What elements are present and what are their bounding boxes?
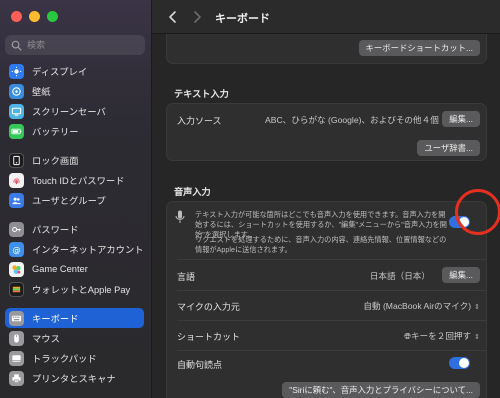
fingerprint-icon — [9, 172, 24, 188]
mic-source-value: 自動 (MacBook Airのマイク) — [363, 301, 472, 311]
display-icon — [9, 63, 24, 79]
shortcut-popup[interactable]: 🌐︎キーを２回押す ⇕ — [404, 330, 480, 342]
toolbar: キーボード — [152, 0, 500, 34]
sidebar-item-label: パスワード — [32, 225, 79, 235]
sidebar-item-screensaver[interactable]: スクリーンセーバ — [5, 101, 144, 121]
language-label: 言語 — [177, 272, 196, 282]
sidebar-item-game-center[interactable]: Game Center — [5, 259, 144, 279]
updown-chevron-icon: ⇕ — [474, 304, 480, 311]
text-input-group: 入力ソース ABC、ひらがな (Google)、およびその他４個 編集... ユ… — [166, 103, 487, 161]
svg-text:@: @ — [12, 244, 20, 254]
forward-button[interactable] — [190, 9, 204, 25]
auto-punctuation-label: 自動句読点 — [177, 360, 223, 370]
sidebar-item-internet-accounts[interactable]: @ インターネットアカウント — [5, 239, 144, 259]
keyboard-shortcuts-group: キーボードショートカット... — [166, 34, 487, 64]
key-icon — [9, 221, 24, 237]
input-sources-label: 入力ソース — [177, 116, 222, 126]
search-field[interactable] — [5, 35, 145, 55]
zoom-window-button[interactable] — [47, 11, 58, 22]
sidebar-item-printers[interactable]: プリンタとスキャナ — [5, 368, 144, 388]
sidebar-item-wallpaper[interactable]: 壁紙 — [5, 81, 144, 101]
sidebar-item-label: スクリーンセーバ — [32, 107, 106, 117]
divider — [177, 259, 486, 260]
mouse-icon — [9, 330, 24, 346]
sidebar-item-label: 壁紙 — [32, 87, 51, 97]
language-value: 日本語（日本） — [369, 271, 430, 281]
wallpaper-icon — [9, 83, 24, 99]
highlight-circle — [455, 189, 500, 235]
page-title: キーボード — [215, 13, 270, 25]
sidebar-item-label: バッテリー — [32, 127, 79, 137]
minimize-window-button[interactable] — [29, 11, 40, 22]
language-edit-button[interactable]: 編集... — [442, 267, 480, 283]
sidebar-item-label: マウス — [32, 334, 60, 344]
microphone-icon — [175, 210, 185, 223]
back-button[interactable] — [166, 9, 180, 25]
sidebar-item-label: インターネットアカウント — [32, 245, 144, 255]
shortcut-label: ショートカット — [177, 332, 241, 342]
sidebar-item-trackpad[interactable]: トラックパッド — [5, 348, 144, 368]
game-center-icon — [9, 261, 24, 277]
sidebar-item-label: Game Center — [32, 264, 88, 274]
updown-chevron-icon: ⇕ — [474, 334, 480, 341]
globe-icon: 🌐︎ — [404, 331, 411, 341]
sidebar-item-battery[interactable]: バッテリー — [5, 121, 144, 141]
sidebar-item-label: トラックパッド — [32, 354, 97, 364]
sidebar-item-label: Touch IDとパスワード — [32, 176, 125, 186]
sidebar-item-lock-screen[interactable]: ロック画面 — [5, 150, 144, 170]
auto-punctuation-toggle[interactable] — [449, 357, 470, 369]
text-input-section-title: テキスト入力 — [174, 89, 229, 99]
user-dictionary-button[interactable]: ユーザ辞書... — [417, 140, 480, 156]
sidebar-item-users[interactable]: ユーザとグループ — [5, 190, 144, 210]
divider — [177, 350, 486, 351]
window-controls — [11, 11, 58, 22]
sidebar-item-keyboard[interactable]: キーボード — [5, 308, 144, 328]
sidebar-item-mouse[interactable]: マウス — [5, 328, 144, 348]
voice-input-section-title: 音声入力 — [174, 187, 211, 197]
sidebar: ディスプレイ 壁紙 スクリーンセーバ バッテリー ロック画面 Touch IDと… — [0, 0, 152, 398]
search-input[interactable] — [27, 40, 137, 50]
lock-screen-icon — [9, 152, 24, 168]
close-window-button[interactable] — [11, 11, 22, 22]
keyboard-icon — [9, 310, 24, 326]
input-sources-value: ABC、ひらがな (Google)、およびその他４個 — [265, 115, 439, 125]
sidebar-item-label: プリンタとスキャナ — [32, 374, 116, 384]
sidebar-item-label: ディスプレイ — [32, 67, 88, 77]
chevron-left-icon — [169, 11, 176, 23]
at-icon: @ — [9, 241, 24, 257]
screensaver-icon — [9, 103, 24, 119]
sidebar-item-label: ロック画面 — [32, 156, 79, 166]
mic-source-row[interactable]: マイクの入力元 自動 (MacBook Airのマイク) ⇕ — [167, 290, 486, 320]
input-sources-edit-button[interactable]: 編集... — [442, 111, 480, 127]
mic-source-popup[interactable]: 自動 (MacBook Airのマイク) ⇕ — [363, 300, 480, 312]
shortcut-row[interactable]: ショートカット 🌐︎キーを２回押す ⇕ — [167, 320, 486, 350]
shortcut-value: キーを２回押す — [410, 331, 472, 341]
trackpad-icon — [9, 350, 24, 366]
sidebar-item-display[interactable]: ディスプレイ — [5, 61, 144, 81]
sidebar-item-passwords[interactable]: パスワード — [5, 219, 144, 239]
voice-input-privacy-note: リクエストを処理するために、音声入力の内容、連絡先情報、位置情報などの情報がAp… — [195, 235, 447, 254]
sidebar-item-label: ウォレットとApple Pay — [32, 285, 131, 295]
wallet-icon — [9, 281, 24, 297]
search-icon — [11, 40, 22, 51]
keyboard-shortcuts-button[interactable]: キーボードショートカット... — [358, 40, 480, 56]
main-pane: キーボード キーボードショートカット... テキスト入力 入力ソース ABC、ひ… — [152, 0, 500, 398]
battery-icon — [9, 123, 24, 139]
printer-icon — [9, 370, 24, 386]
sidebar-item-label: キーボード — [32, 314, 79, 324]
sidebar-item-wallet[interactable]: ウォレットとApple Pay — [5, 279, 144, 299]
sidebar-item-label: ユーザとグループ — [32, 196, 106, 206]
mic-source-label: マイクの入力元 — [177, 302, 240, 312]
sidebar-item-touch-id[interactable]: Touch IDとパスワード — [5, 170, 144, 190]
siri-dictation-privacy-button[interactable]: "Siriに頼む"、音声入力とプライバシーについて... — [282, 382, 480, 398]
users-icon — [9, 192, 24, 208]
voice-input-group: テキスト入力が可能な箇所はどこでも音声入力を使用できます。音声入力を開始するには… — [166, 201, 487, 398]
chevron-right-icon — [194, 11, 201, 23]
